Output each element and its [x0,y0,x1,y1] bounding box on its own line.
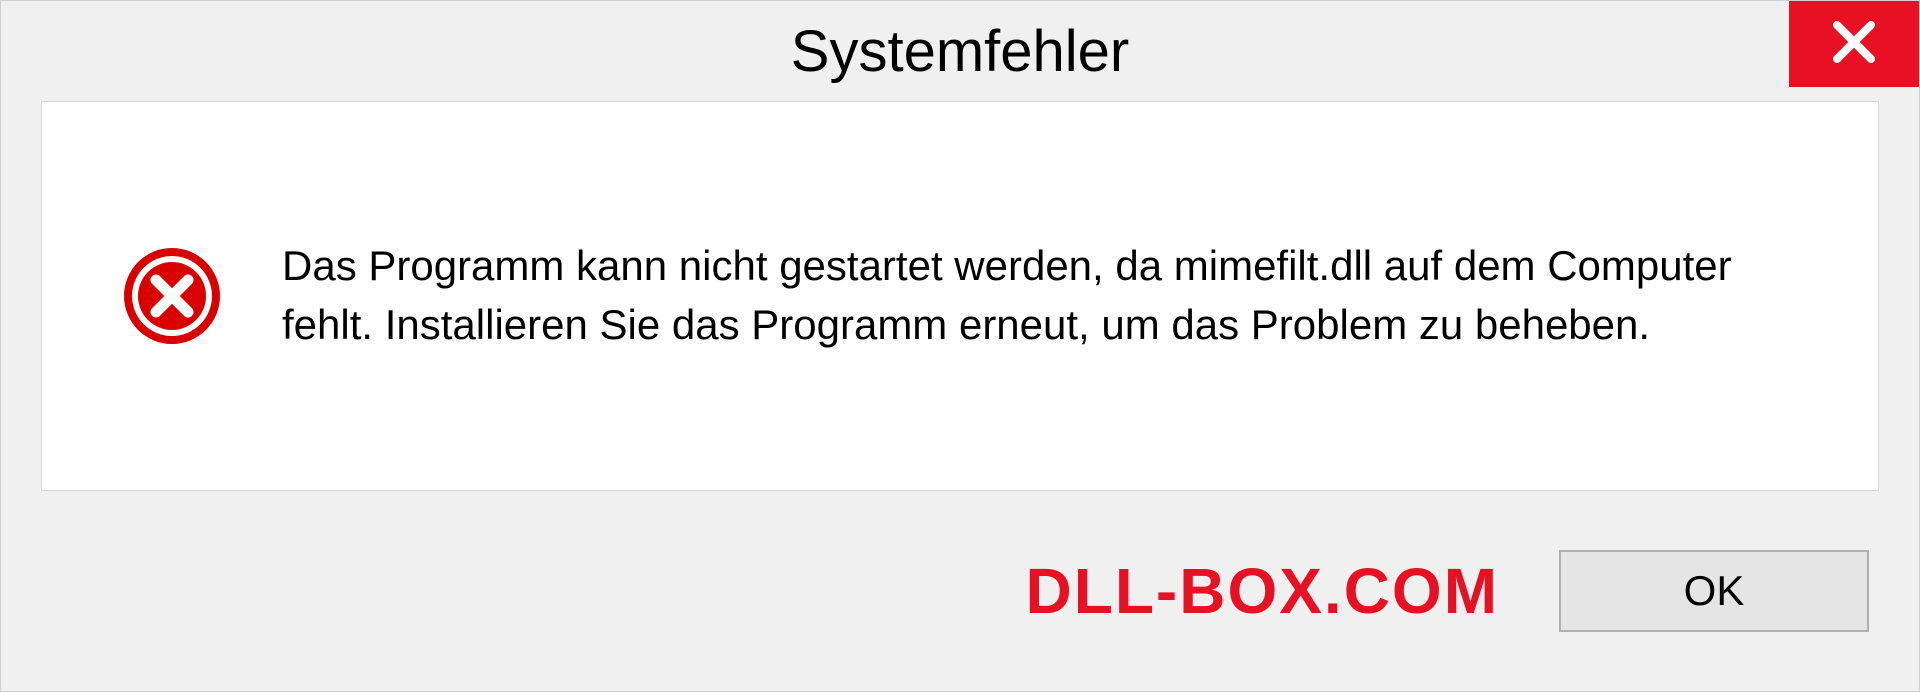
ok-button[interactable]: OK [1559,550,1869,632]
error-icon [122,246,222,346]
error-message: Das Programm kann nicht gestartet werden… [282,237,1798,355]
content-area: Das Programm kann nicht gestartet werden… [41,101,1879,491]
close-icon [1829,17,1879,72]
close-button[interactable] [1789,1,1919,87]
dialog-footer: DLL-BOX.COM OK [1,521,1919,691]
watermark-text: DLL-BOX.COM [1026,554,1500,628]
dialog-title: Systemfehler [791,18,1129,85]
titlebar: Systemfehler [1,1,1919,101]
error-dialog: Systemfehler Das Programm kann nicht ges… [0,0,1920,692]
